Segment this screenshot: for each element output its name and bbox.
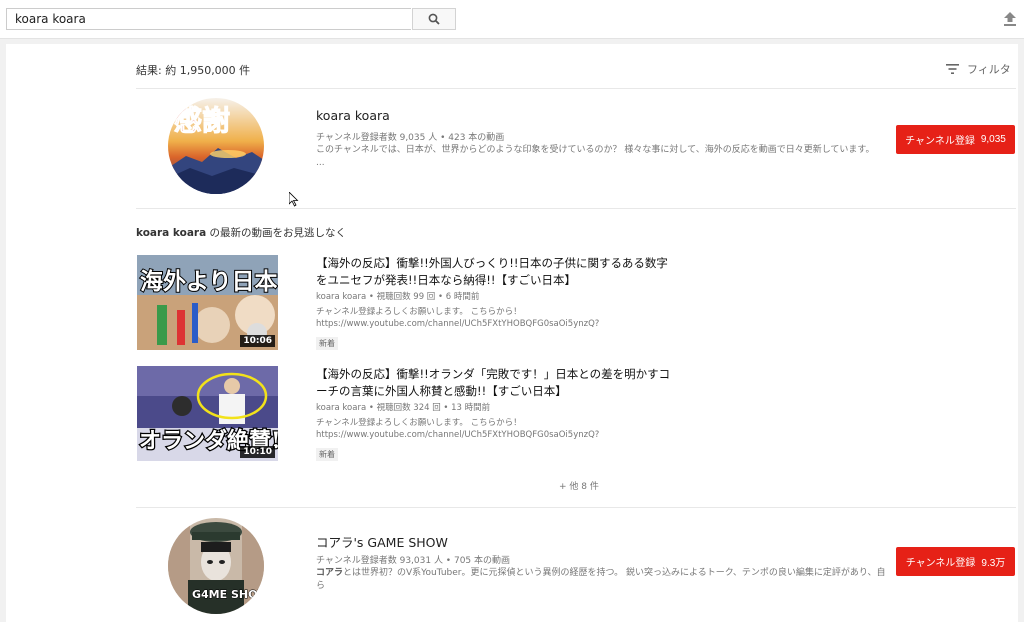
channel-title[interactable]: koara koara <box>316 108 390 123</box>
subscribe-count: 9.3万 <box>981 558 1006 569</box>
latest-videos-heading: koara koara の最新の動画をお見逃しなく <box>136 225 346 240</box>
video-duration: 10:10 <box>240 446 275 458</box>
video-title-line: をユニセフが発表!!日本なら納得!!【すごい日本】 <box>316 273 576 287</box>
search-button[interactable] <box>412 8 456 30</box>
subscribe-label: チャンネル登録 <box>905 558 976 569</box>
video-description-link[interactable]: https://www.youtube.com/channel/UCh5FXtY… <box>316 318 599 330</box>
filter-icon <box>946 64 959 74</box>
filter-label: フィルタ <box>967 63 1011 76</box>
video-description: チャンネル登録よろしくお願いします。 こちらから！ https://www.yo… <box>316 417 599 441</box>
video-description: チャンネル登録よろしくお願いします。 こちらから！ https://www.yo… <box>316 306 599 330</box>
video-description-line: チャンネル登録よろしくお願いします。 こちらから！ <box>316 307 522 317</box>
divider <box>136 507 1016 508</box>
channel-avatar[interactable]: 感謝 <box>168 98 264 194</box>
divider <box>136 88 1016 89</box>
filter-button[interactable]: フィルタ <box>946 61 1011 77</box>
search-input[interactable] <box>6 8 411 30</box>
video-title[interactable]: 【海外の反応】衝撃!!外国人びっくり!!日本の子供に関するある数字 をユニセフが… <box>316 255 696 289</box>
subscribe-label: チャンネル登録 <box>905 136 975 147</box>
video-meta: koara koara • 視聴回数 99 回 • 6 時間前 <box>316 292 480 302</box>
video-thumbnail[interactable]: オランダ絶賛! 10:10 <box>137 366 278 461</box>
top-bar <box>0 0 1024 39</box>
subscribe-count: 9,035 <box>980 134 1006 145</box>
upload-icon[interactable] <box>1003 11 1017 27</box>
channel-description-line: このチャンネルでは、日本が、世界からどのような印象を受けているのか？ 様々な事に… <box>316 145 875 155</box>
video-title-line: 【海外の反応】衝撃!!オランダ「完敗です！」日本との差を明かすコ <box>316 367 671 381</box>
channel-meta: チャンネル登録者数 93,031 人 • 705 本の動画 <box>316 556 511 566</box>
channel-description: このチャンネルでは、日本が、世界からどのような印象を受けているのか？ 様々な事に… <box>316 144 886 170</box>
new-badge: 新着 <box>316 337 338 350</box>
channel-description-line: ら <box>316 581 326 591</box>
video-description-line: チャンネル登録よろしくお願いします。 こちらから！ <box>316 418 522 428</box>
channel-description-more: ... <box>316 158 325 168</box>
channel-description: コアラとは世界初？のV系YouTuber。更に元探偵という異例の経歴を持つ。 鋭… <box>316 567 886 593</box>
latest-heading-text: の最新の動画をお見逃しなく <box>206 227 347 239</box>
avatar-text: G4ME SHOW <box>192 588 264 601</box>
thumbnail-text: 海外より日本よ!! <box>140 268 278 295</box>
divider <box>136 208 1016 209</box>
latest-channel-name: koara koara <box>136 227 207 239</box>
search-icon <box>428 13 440 25</box>
video-duration: 10:06 <box>240 335 275 347</box>
video-title-line: 【海外の反応】衝撃!!外国人びっくり!!日本の子供に関するある数字 <box>316 256 668 270</box>
avatar-text: 感謝 <box>174 104 230 137</box>
more-videos-link[interactable]: + 他 8 件 <box>559 479 599 492</box>
results-panel: 結果: 約 1,950,000 件 フィルタ 感謝 koara koara チャ… <box>6 44 1018 622</box>
subscribe-button[interactable]: チャンネル登録 9.3万 <box>896 547 1015 576</box>
channel-description-bold: コアラ <box>316 568 344 578</box>
video-title-line: ーチの言葉に外国人称賛と感動!!【すごい日本】 <box>316 384 567 398</box>
channel-avatar[interactable]: G4ME SHOW <box>168 518 264 614</box>
video-description-link[interactable]: https://www.youtube.com/channel/UCh5FXtY… <box>316 429 599 441</box>
video-thumbnail[interactable]: 海外より日本よ!! 10:06 <box>137 255 278 350</box>
mouse-cursor-icon <box>289 192 299 207</box>
results-count: 結果: 約 1,950,000 件 <box>136 64 251 77</box>
channel-description-line: とは世界初？のV系YouTuber。更に元探偵という異例の経歴を持つ。 鋭い突っ… <box>343 568 886 578</box>
channel-meta: チャンネル登録者数 9,035 人 • 423 本の動画 <box>316 133 505 143</box>
new-badge: 新着 <box>316 448 338 461</box>
channel-title[interactable]: コアラ's GAME SHOW <box>316 532 448 551</box>
video-title[interactable]: 【海外の反応】衝撃!!オランダ「完敗です！」日本との差を明かすコ ーチの言葉に外… <box>316 366 696 400</box>
subscribe-button[interactable]: チャンネル登録 9,035 <box>896 125 1015 154</box>
video-meta: koara koara • 視聴回数 324 回 • 13 時間前 <box>316 403 491 413</box>
